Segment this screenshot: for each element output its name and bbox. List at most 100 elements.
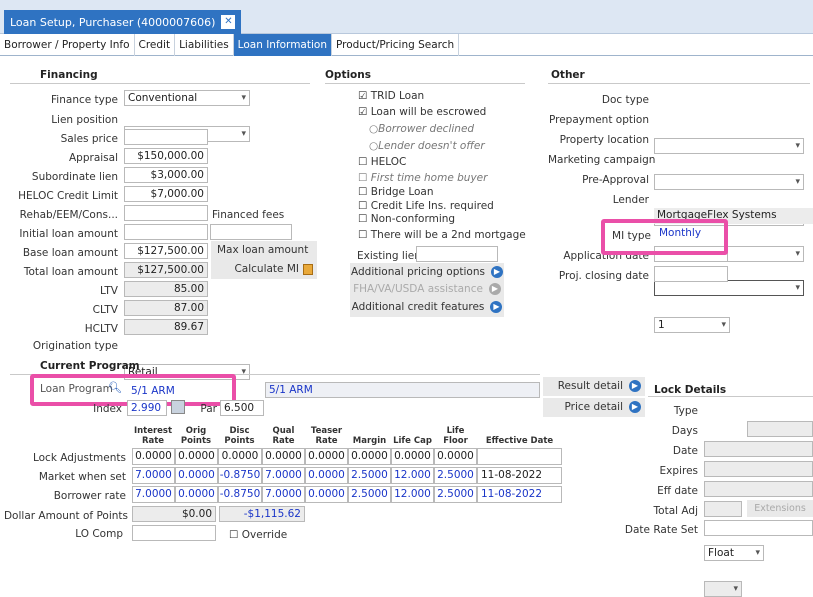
- rate-cell: 0.0000: [175, 448, 218, 465]
- closing-date-input[interactable]: [654, 266, 728, 282]
- max-loan-label: Max loan amount: [217, 244, 309, 256]
- sales-price-input[interactable]: [124, 129, 208, 145]
- tab-loan-information[interactable]: Loan Information: [233, 34, 332, 56]
- search-icon[interactable]: 🔍︎: [108, 381, 122, 394]
- tab-liabilities[interactable]: Liabilities: [175, 34, 234, 56]
- additional-credit-button[interactable]: Additional credit features ▶: [350, 298, 504, 317]
- expires-label: Expires: [659, 465, 698, 477]
- mi-type-value[interactable]: Monthly: [659, 227, 701, 239]
- trid-checkbox[interactable]: ☑ TRID Loan: [358, 90, 424, 102]
- rate-cell: 0.0000: [218, 448, 262, 465]
- col-header: Interest Rate: [133, 426, 173, 446]
- date-rate-set-label: Date Rate Set: [624, 524, 698, 536]
- lender-not-offer-radio[interactable]: ○Lender doesn't offer: [369, 140, 485, 152]
- rate-cell: 2.5000: [434, 467, 477, 484]
- par-label: Par: [200, 403, 217, 415]
- rate-cell: [477, 448, 562, 465]
- appraisal-input[interactable]: $150,000.00: [124, 148, 208, 164]
- row-label-lock-adjustments: Lock Adjustments: [32, 452, 126, 464]
- existing-lien-input[interactable]: [416, 246, 498, 262]
- extensions-label: Extensions: [754, 503, 806, 514]
- rate-cell: 0.0000: [391, 448, 434, 465]
- rate-cell: 0.0000: [175, 486, 218, 503]
- escrowed-checkbox[interactable]: ☑ Loan will be escrowed: [358, 106, 486, 118]
- preapproval-label: Pre-Approval: [582, 174, 649, 186]
- lock-type-select[interactable]: Float: [704, 545, 764, 561]
- fha-va-button[interactable]: FHA/VA/USDA assistance ▶: [350, 280, 504, 299]
- tab-product-pricing[interactable]: Product/Pricing Search: [332, 34, 460, 56]
- window-tab[interactable]: Loan Setup, Purchaser (4000007606) ✕: [4, 10, 242, 34]
- financed-fees-input[interactable]: [210, 224, 292, 240]
- borrower-declined-radio[interactable]: ○Borrower declined: [369, 123, 474, 135]
- subordinate-lien-input[interactable]: $3,000.00: [124, 167, 208, 183]
- divider: [325, 83, 525, 84]
- loan-program-label: Loan Program: [40, 383, 113, 395]
- col-header: Life Floor: [443, 426, 468, 446]
- heloc-checkbox[interactable]: ☐ HELOC: [358, 156, 406, 168]
- appraisal-label: Appraisal: [68, 152, 118, 164]
- divider: [548, 83, 810, 84]
- max-loan-button[interactable]: Max loan amount: [211, 241, 317, 275]
- result-detail-button[interactable]: Result detail ▶: [543, 377, 645, 396]
- current-program-header: Current Program: [40, 360, 140, 372]
- days-select[interactable]: [704, 581, 742, 597]
- sales-price-label: Sales price: [60, 133, 118, 145]
- initial-loan-input[interactable]: [124, 224, 208, 240]
- bridge-checkbox[interactable]: ☐ Bridge Loan: [358, 186, 434, 198]
- finance-type-label: Finance type: [51, 94, 118, 106]
- extensions-button[interactable]: Extensions: [747, 500, 813, 517]
- preapproval-select[interactable]: [654, 280, 804, 296]
- arrow-right-icon: ▶: [490, 266, 503, 278]
- additional-credit-label: Additional credit features: [351, 301, 485, 313]
- credit-life-label: Credit Life Ins. required: [370, 200, 494, 212]
- doc-type-select[interactable]: [654, 138, 804, 154]
- heloc-limit-input[interactable]: $7,000.00: [124, 186, 208, 202]
- close-icon[interactable]: ✕: [221, 15, 236, 29]
- other-header: Other: [551, 69, 585, 81]
- calculate-mi-button[interactable]: Calculate MI: [211, 260, 317, 279]
- rate-cell: 7.0000: [262, 467, 305, 484]
- rate-cell: 2.5000: [348, 486, 391, 503]
- finance-type-select[interactable]: Conventional: [124, 90, 250, 106]
- rehab-input[interactable]: [124, 205, 208, 221]
- rate-cell: 7.0000: [132, 467, 175, 484]
- date-rate-set-input[interactable]: [704, 520, 813, 536]
- arrow-right-icon: ▶: [488, 283, 501, 295]
- rate-cell: 0.0000: [262, 448, 305, 465]
- rehab-label: Rehab/EEM/Cons...: [19, 209, 118, 221]
- trid-label: TRID Loan: [370, 90, 425, 102]
- rate-cell: 0.0000: [305, 467, 348, 484]
- col-header: Life Cap: [393, 436, 432, 446]
- non-conforming-checkbox[interactable]: ☐ Non-conforming: [358, 213, 455, 225]
- total-loan-label: Total loan amount: [23, 266, 118, 278]
- dollar-points-value-2: -$1,115.62: [219, 506, 305, 522]
- price-detail-button[interactable]: Price detail ▶: [543, 398, 645, 417]
- lo-comp-input[interactable]: [132, 525, 216, 541]
- closing-date-label: Proj. closing date: [558, 270, 649, 282]
- eff-date-label: Eff date: [657, 485, 698, 497]
- eff-date-input[interactable]: [704, 481, 813, 497]
- first-time-checkbox[interactable]: ☐ First time home buyer: [358, 172, 487, 184]
- base-loan-input[interactable]: $127,500.00: [124, 243, 208, 259]
- arrow-right-icon: ▶: [629, 401, 641, 413]
- index-lookup-icon[interactable]: [171, 400, 185, 414]
- expires-input[interactable]: [704, 461, 813, 477]
- date-label: Date: [672, 445, 698, 457]
- col-header: Teaser Rate: [310, 426, 343, 446]
- days-input[interactable]: [747, 421, 813, 437]
- row-label-borrower-rate: Borrower rate: [53, 490, 126, 502]
- date-input[interactable]: [704, 441, 813, 457]
- override-checkbox[interactable]: ☐ Override: [229, 529, 287, 541]
- lender-select[interactable]: 1: [654, 317, 730, 333]
- rate-cell: -0.8750: [218, 486, 262, 503]
- prepayment-select[interactable]: [654, 174, 804, 190]
- tab-borrower-property[interactable]: Borrower / Property Info: [0, 34, 135, 56]
- tab-credit[interactable]: Credit: [135, 34, 176, 56]
- existing-lien-label: Existing lien: [357, 250, 421, 262]
- loan-program-value[interactable]: 5/1 ARM: [131, 385, 175, 397]
- rate-cell: 2.5000: [348, 467, 391, 484]
- second-mortgage-checkbox[interactable]: ☐ There will be a 2nd mortgage: [358, 229, 526, 241]
- credit-life-checkbox[interactable]: ☐ Credit Life Ins. required: [358, 200, 494, 212]
- ltv-value: 85.00: [124, 281, 208, 297]
- index-value[interactable]: 2.990: [127, 400, 167, 416]
